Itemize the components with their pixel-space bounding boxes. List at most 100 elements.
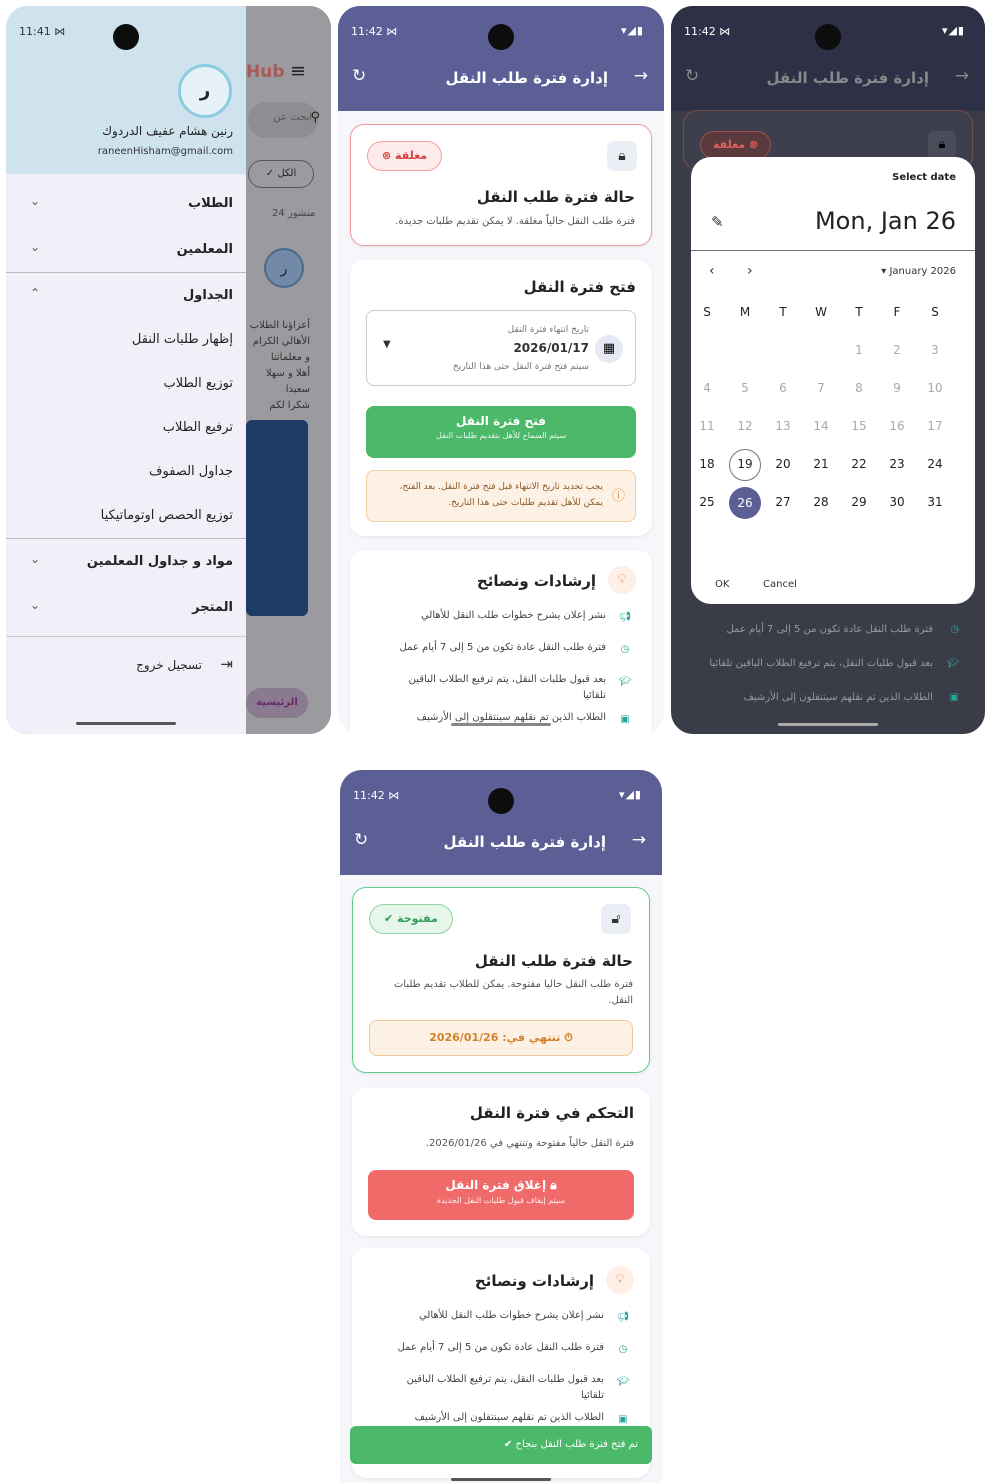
- lightbulb-icon: 💡︎: [606, 1266, 634, 1294]
- day-cell[interactable]: 13: [765, 419, 801, 433]
- day-cell[interactable]: 5: [727, 381, 763, 395]
- status-badge: مغلقة ⊗: [700, 131, 772, 159]
- tip-text: نشر إعلان يشرح خطوات طلب النقل للأهالي: [420, 610, 606, 621]
- drawer-item[interactable]: توزيع الطلاب: [6, 362, 246, 406]
- status-card: 🔓︎ مفتوحة ✔ حالة فترة طلب النقل فترة طلب…: [352, 887, 650, 1073]
- drawer-item-label: جداول الصفوف: [149, 464, 233, 479]
- open-title: فتح فترة النقل: [523, 278, 636, 296]
- drawer-item[interactable]: إظهار طلبات النقل: [6, 318, 246, 362]
- screen-open: 11:42 ⋈ ▾◢▮ ↻ إدارة فترة طلب النقل → 🔓︎ م…: [340, 770, 662, 1483]
- day-cell[interactable]: 18: [689, 457, 725, 471]
- bg-post-text: أعزاؤنا الطلاب الأهالي الكرام و معلماتنا أه…: [250, 318, 310, 414]
- day-cell[interactable]: 16: [879, 419, 915, 433]
- drawer-item-label: مواد و جداول المعلمين: [86, 554, 233, 569]
- day-cell[interactable]: 2: [879, 343, 915, 357]
- day-cell[interactable]: 17: [917, 419, 953, 433]
- drawer-item[interactable]: مواد و جداول المعلمين ⌄: [6, 540, 246, 584]
- avatar[interactable]: ر: [178, 64, 232, 118]
- back-arrow-icon[interactable]: →: [632, 830, 646, 850]
- close-btn-sub: سيتم إيقاف قبول طلبات النقل الجديدة: [436, 1196, 566, 1205]
- day-cell[interactable]: 6: [765, 381, 801, 395]
- status-icons: ▾◢▮: [941, 24, 965, 37]
- prev-month-icon[interactable]: ‹: [709, 263, 715, 279]
- drawer-item[interactable]: المعلمين ⌄: [6, 228, 246, 272]
- day-cell[interactable]: 4: [689, 381, 725, 395]
- day-cell[interactable]: 10: [917, 381, 953, 395]
- drawer-item[interactable]: جداول الصفوف: [6, 450, 246, 494]
- day-cell[interactable]: 26: [729, 487, 761, 519]
- day-cell[interactable]: 31: [917, 495, 953, 509]
- day-cell[interactable]: 22: [841, 457, 877, 471]
- bg-post-line: و معلماتنا: [270, 352, 310, 363]
- drawer-item-label: توزيع الطلاب: [163, 376, 233, 391]
- drawer-item[interactable]: الجداول ⌃: [6, 274, 246, 318]
- refresh-icon[interactable]: ↻: [354, 830, 368, 850]
- camera-cutout: [113, 24, 139, 50]
- drawer-divider: [6, 272, 246, 273]
- day-cell[interactable]: 11: [689, 419, 725, 433]
- day-cell[interactable]: 14: [803, 419, 839, 433]
- tip-item: ◷ فترة طلب النقل عادة تكون من 5 إلى 7 أيا…: [352, 1340, 634, 1372]
- clock-icon: ◷: [618, 1344, 628, 1355]
- menu-icon: ≡: [290, 60, 306, 82]
- month-selector[interactable]: ▾ January 2026: [881, 266, 956, 277]
- open-period-card: فتح فترة النقل ▦ تاريخ انتهاء فترة النقل…: [350, 260, 652, 536]
- gesture-bar: [451, 1478, 551, 1481]
- timer-icon: ⏱: [564, 1031, 573, 1044]
- day-cell[interactable]: 27: [765, 495, 801, 509]
- next-month-icon[interactable]: ›: [747, 263, 753, 279]
- close-period-button[interactable]: 🔒︎ إغلاق فترة النقل سيتم إيقاف قبول طلبا…: [368, 1170, 634, 1220]
- graduation-cap-icon: 🎓︎: [618, 676, 632, 687]
- day-cell[interactable]: 19: [729, 449, 761, 481]
- week-row: 17 16 15 14 13 12 11: [699, 419, 963, 439]
- day-cell[interactable]: 25: [689, 495, 725, 509]
- open-period-button[interactable]: فتح فترة النقل سيتم السماح للأهل بتقديم …: [366, 406, 636, 458]
- day-cell[interactable]: 23: [879, 457, 915, 471]
- bg-post-avatar: ر: [264, 248, 304, 288]
- cancel-button[interactable]: Cancel: [763, 579, 797, 590]
- dropdown-icon[interactable]: ▼: [383, 339, 391, 350]
- weekday-label: F: [893, 305, 901, 319]
- hub-logo: Hub: [246, 62, 285, 82]
- day-cell[interactable]: 15: [841, 419, 877, 433]
- edit-icon[interactable]: ✎: [711, 213, 724, 231]
- drawer-item-label: ترفيع الطلاب: [162, 420, 233, 435]
- tip-text: فترة طلب النقل عادة تكون من 5 إلى 7 أيام…: [399, 642, 606, 653]
- drawer-item[interactable]: ترفيع الطلاب: [6, 406, 246, 450]
- drawer-item[interactable]: الطلاب ⌄: [6, 182, 246, 226]
- day-cell[interactable]: 3: [917, 343, 953, 357]
- day-cell[interactable]: 12: [727, 419, 763, 433]
- day-cell[interactable]: 20: [765, 457, 801, 471]
- refresh-icon[interactable]: ↻: [352, 66, 366, 86]
- back-arrow-icon[interactable]: →: [955, 66, 969, 86]
- drawer-item[interactable]: توزيع الحصص اوتوماتيكيا: [6, 494, 246, 538]
- logout-item[interactable]: تسجيل خروج ⇥: [6, 650, 246, 684]
- bg-tip-text: الطلاب الذين تم نقلهم سينتقلون إلى الأرش…: [743, 692, 933, 703]
- status-time: 11:41 ⋈: [19, 25, 66, 38]
- day-cell[interactable]: 29: [841, 495, 877, 509]
- day-cell[interactable]: 8: [841, 381, 877, 395]
- calendar-icon[interactable]: ▦: [595, 335, 623, 363]
- bg-search: ابحث عن ⚲: [248, 102, 320, 138]
- control-title: التحكم في فترة النقل: [469, 1104, 634, 1122]
- drawer-divider: [6, 538, 246, 539]
- chevron-down-icon: ⌄: [30, 552, 41, 566]
- status-time: 11:42 ⋈: [351, 25, 398, 38]
- date-field[interactable]: ▦ تاريخ انتهاء فترة النقل 2026/01/17 سيت…: [366, 310, 636, 386]
- app-bar: 11:42 ⋈ ▾◢▮ ↻ إدارة فترة طلب النقل →: [340, 770, 662, 875]
- status-badge: مغلقة ⊗: [367, 141, 443, 171]
- refresh-icon[interactable]: ↻: [685, 66, 699, 86]
- ok-button[interactable]: OK: [715, 579, 729, 590]
- camera-cutout: [815, 24, 841, 50]
- drawer-item[interactable]: المتجر ⌄: [6, 586, 246, 630]
- back-arrow-icon[interactable]: →: [634, 66, 648, 86]
- day-cell[interactable]: 21: [803, 457, 839, 471]
- day-cell[interactable]: 28: [803, 495, 839, 509]
- day-cell[interactable]: 30: [879, 495, 915, 509]
- day-cell[interactable]: 9: [879, 381, 915, 395]
- day-cell[interactable]: 24: [917, 457, 953, 471]
- weekday-label: T: [855, 305, 863, 319]
- day-cell[interactable]: 1: [841, 343, 877, 357]
- date-hint: سيتم فتح فترة النقل حتى هذا التاريخ: [452, 362, 589, 372]
- day-cell[interactable]: 7: [803, 381, 839, 395]
